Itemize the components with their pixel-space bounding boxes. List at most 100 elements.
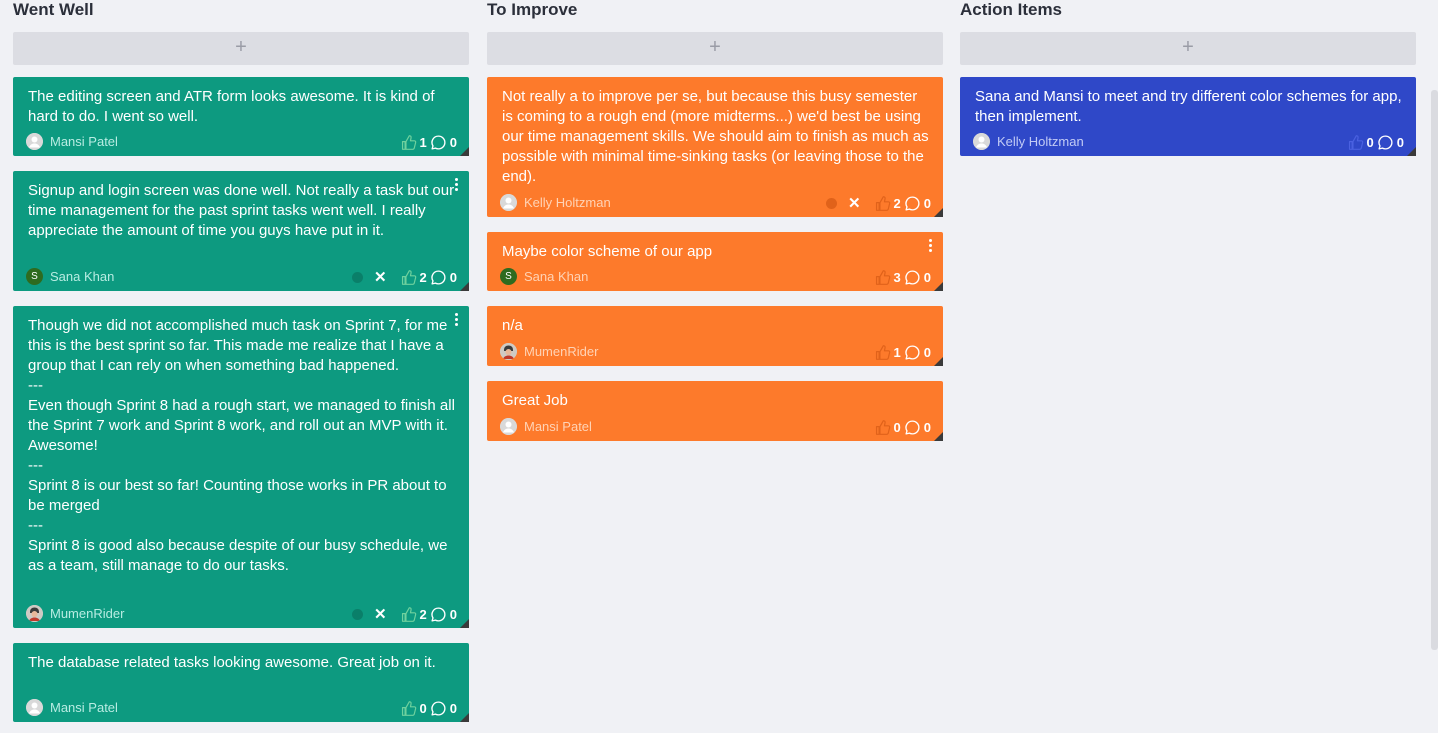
comment-icon[interactable] <box>430 606 447 623</box>
like-count: 2 <box>893 195 901 211</box>
card[interactable]: Though we did not accomplished much task… <box>13 306 469 628</box>
photo-avatar-icon <box>500 343 517 360</box>
status-dot-icon[interactable] <box>351 608 363 620</box>
card-text: Great Job <box>502 392 568 409</box>
author-name: Mansi Patel <box>524 419 592 434</box>
comment-count: 0 <box>449 606 457 622</box>
card-text: The database related tasks looking aweso… <box>28 654 436 671</box>
comment-icon[interactable] <box>904 344 921 361</box>
like-count: 0 <box>419 700 427 716</box>
card-text: Signup and login screen was done well. N… <box>28 182 455 239</box>
thumbs-up-icon[interactable] <box>874 195 891 212</box>
thumbs-up-icon[interactable] <box>400 700 417 717</box>
status-dot-icon[interactable] <box>351 271 363 283</box>
card-stats: 1 0 <box>874 343 931 361</box>
comment-icon[interactable] <box>904 269 921 286</box>
like-count: 0 <box>1366 134 1374 150</box>
card-text: Maybe color scheme of our app <box>502 243 713 260</box>
card-footer: MumenRider ✕ 2 0 <box>26 605 457 623</box>
card-text: n/a <box>502 317 523 334</box>
comment-count: 0 <box>449 134 457 150</box>
card-stats: 0 0 <box>1347 133 1404 151</box>
kebab-menu-icon[interactable] <box>455 313 459 327</box>
card-text: Though we did not accomplished much task… <box>28 317 455 574</box>
person-icon <box>26 699 43 716</box>
card-text: The editing screen and ATR form looks aw… <box>28 88 435 125</box>
author-name: MumenRider <box>50 606 125 621</box>
thumbs-up-icon[interactable] <box>400 269 417 286</box>
author-name: Mansi Patel <box>50 700 118 715</box>
comment-count: 0 <box>449 700 457 716</box>
kebab-menu-icon[interactable] <box>455 178 459 192</box>
avatar: S <box>26 268 43 285</box>
comment-icon[interactable] <box>430 134 447 151</box>
author-name: MumenRider <box>524 344 599 359</box>
card[interactable]: Maybe color scheme of our app S Sana Kha… <box>487 232 943 291</box>
comment-icon[interactable] <box>904 419 921 436</box>
kebab-menu-icon[interactable] <box>929 239 933 253</box>
card-footer: S Sana Khan ✕ 2 0 <box>26 268 457 286</box>
comment-count: 0 <box>1396 134 1404 150</box>
comment-count: 0 <box>923 195 931 211</box>
card-footer: MumenRider 1 0 <box>500 343 931 361</box>
add-card-button[interactable]: + <box>487 32 943 65</box>
card-text: Sana and Mansi to meet and try different… <box>975 88 1402 125</box>
card-footer: S Sana Khan 3 0 <box>500 268 931 286</box>
card-footer: Mansi Patel 1 0 <box>26 133 457 151</box>
author-name: Sana Khan <box>50 269 115 284</box>
card-stats: ✕ 2 0 <box>825 194 931 212</box>
add-card-button[interactable]: + <box>960 32 1416 65</box>
card-stats: 0 0 <box>400 699 457 717</box>
person-icon <box>973 133 990 150</box>
card-stats: 3 0 <box>874 268 931 286</box>
scrollbar[interactable] <box>1431 90 1438 650</box>
card-footer: Mansi Patel 0 0 <box>26 699 457 717</box>
close-icon[interactable]: ✕ <box>374 606 387 623</box>
add-card-button[interactable]: + <box>13 32 469 65</box>
thumbs-up-icon[interactable] <box>874 269 891 286</box>
card[interactable]: Not really a to improve per se, but beca… <box>487 77 943 217</box>
close-icon[interactable]: ✕ <box>848 195 861 212</box>
card[interactable]: Sana and Mansi to meet and try different… <box>960 77 1416 156</box>
author-name: Kelly Holtzman <box>997 134 1084 149</box>
card-footer: Kelly Holtzman 0 0 <box>973 133 1404 151</box>
comment-icon[interactable] <box>430 700 447 717</box>
column-title: Went Well <box>13 0 94 19</box>
author-name: Kelly Holtzman <box>524 195 611 210</box>
card[interactable]: n/a MumenRider 1 0 <box>487 306 943 366</box>
person-icon <box>26 133 43 150</box>
like-count: 1 <box>893 344 901 360</box>
retro-board: Went Well + The editing screen and ATR f… <box>0 0 1438 733</box>
close-icon[interactable]: ✕ <box>374 269 387 286</box>
author-name: Mansi Patel <box>50 134 118 149</box>
thumbs-up-icon[interactable] <box>400 134 417 151</box>
card-stats: 1 0 <box>400 133 457 151</box>
comment-count: 0 <box>923 269 931 285</box>
card-footer: Kelly Holtzman ✕ 2 0 <box>500 194 931 212</box>
thumbs-up-icon[interactable] <box>874 344 891 361</box>
like-count: 2 <box>419 269 427 285</box>
card-stats: 0 0 <box>874 418 931 436</box>
comment-icon[interactable] <box>430 269 447 286</box>
card[interactable]: Great Job Mansi Patel 0 0 <box>487 381 943 441</box>
card-footer: Mansi Patel 0 0 <box>500 418 931 436</box>
comment-icon[interactable] <box>904 195 921 212</box>
thumbs-up-icon[interactable] <box>874 419 891 436</box>
card-text: Not really a to improve per se, but beca… <box>502 88 929 185</box>
like-count: 1 <box>419 134 427 150</box>
card[interactable]: The database related tasks looking aweso… <box>13 643 469 722</box>
status-dot-icon[interactable] <box>825 197 837 209</box>
thumbs-up-icon[interactable] <box>400 606 417 623</box>
comment-icon[interactable] <box>1377 134 1394 151</box>
card[interactable]: Signup and login screen was done well. N… <box>13 171 469 291</box>
thumbs-up-icon[interactable] <box>1347 134 1364 151</box>
card-stats: ✕ 2 0 <box>351 268 457 286</box>
card-stats: ✕ 2 0 <box>351 605 457 623</box>
like-count: 0 <box>893 419 901 435</box>
comment-count: 0 <box>449 269 457 285</box>
like-count: 3 <box>893 269 901 285</box>
card[interactable]: The editing screen and ATR form looks aw… <box>13 77 469 156</box>
photo-avatar-icon <box>26 605 43 622</box>
person-icon <box>500 418 517 435</box>
column-title: Action Items <box>960 0 1063 19</box>
